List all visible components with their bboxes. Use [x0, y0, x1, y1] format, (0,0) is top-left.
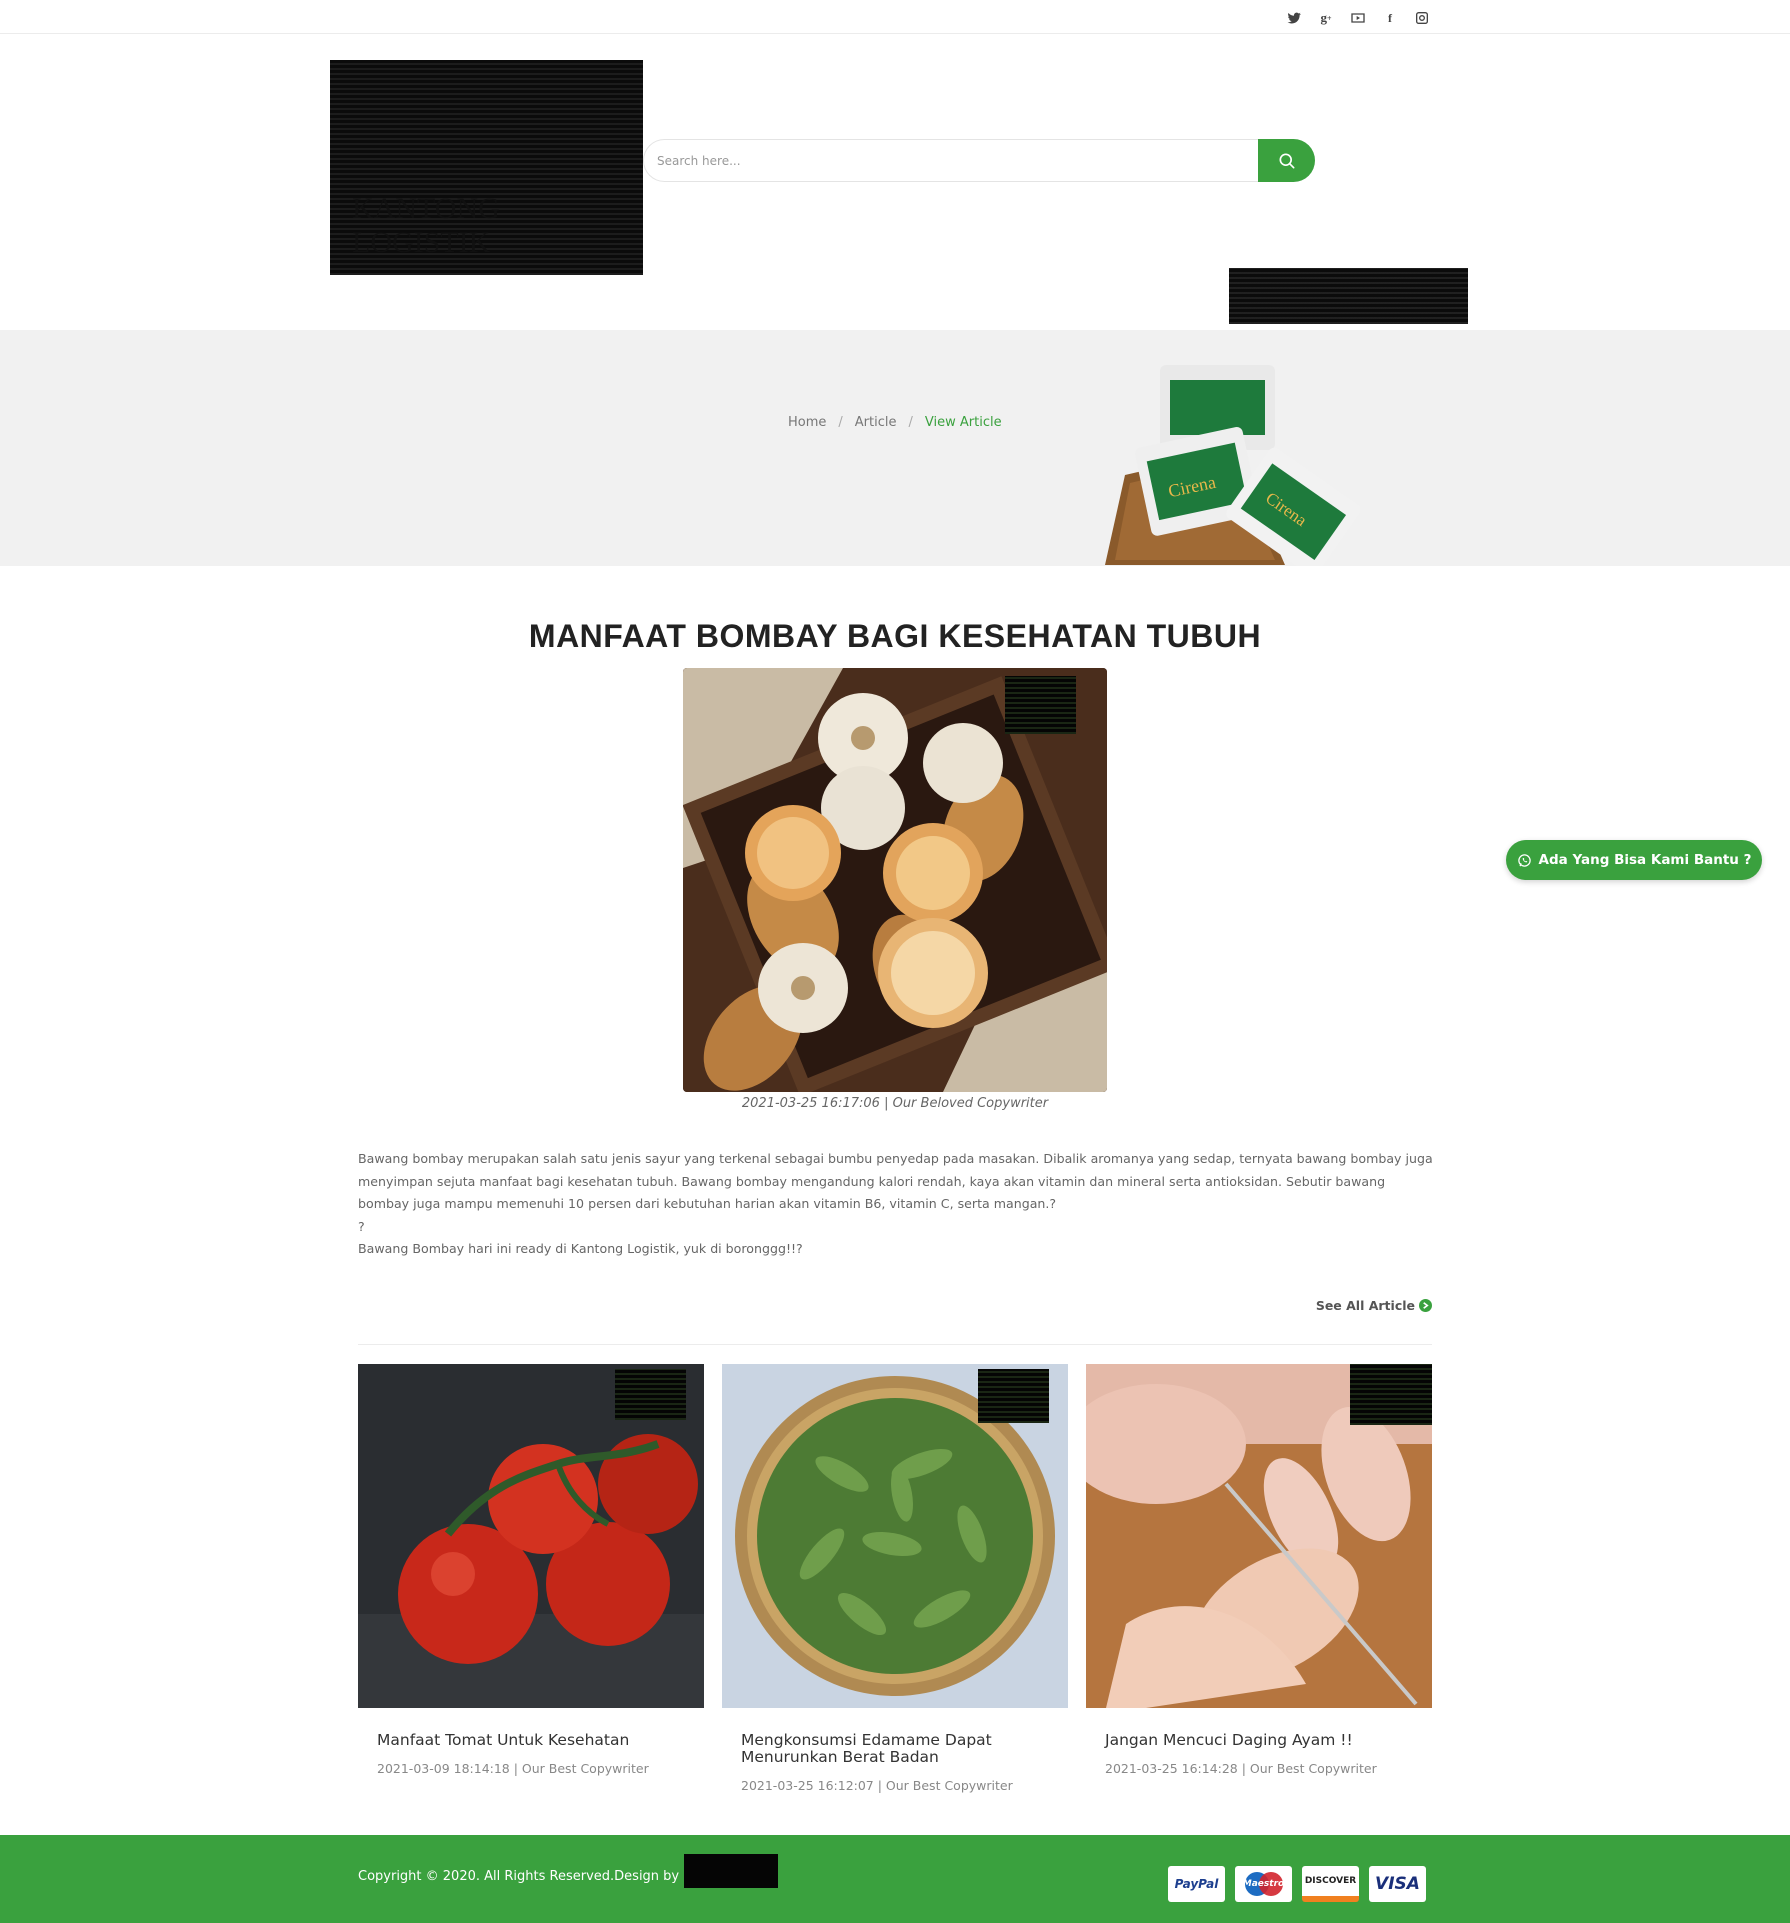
- site-logo[interactable]: KANTONG LOGISTIK: [330, 60, 643, 275]
- whatsapp-icon: [1517, 853, 1531, 867]
- twitter-icon[interactable]: [1285, 10, 1303, 26]
- logo-wordmark: KANTONG LOGISTIK: [352, 192, 500, 259]
- breadcrumb-article[interactable]: Article: [855, 415, 897, 430]
- related-article-card[interactable]: Jangan Mencuci Daging Ayam !! 2021-03-25…: [1086, 1364, 1432, 1776]
- breadcrumb-separator: /: [838, 415, 843, 430]
- header-redacted-block: [1229, 268, 1468, 324]
- discover-logo: DISCOVER: [1302, 1866, 1359, 1902]
- payment-methods: PayPal Maestro DISCOVER VISA: [1168, 1866, 1426, 1902]
- facebook-icon[interactable]: f: [1381, 10, 1399, 26]
- article-paragraph: Bawang bombay merupakan salah satu jenis…: [358, 1151, 1433, 1212]
- breadcrumb-banner: Home / Article / View Article Cirena Cir…: [0, 330, 1790, 566]
- google-plus-icon[interactable]: g +: [1317, 10, 1335, 26]
- related-article-image[interactable]: [358, 1364, 704, 1708]
- whatsapp-label: Ada Yang Bisa Kami Bantu ?: [1538, 852, 1752, 868]
- article-image: [683, 668, 1107, 1092]
- image-watermark: [978, 1369, 1049, 1423]
- related-article-title[interactable]: Mengkonsumsi Edamame Dapat Menurunkan Be…: [741, 1732, 1031, 1766]
- image-watermark: [1005, 676, 1076, 734]
- search-bar: [643, 139, 1315, 182]
- image-watermark: [1350, 1364, 1432, 1425]
- banner-product-image: Cirena Cirena: [1105, 365, 1361, 566]
- visa-logo: VISA: [1369, 1866, 1426, 1902]
- related-article-meta: 2021-03-25 16:14:28 | Our Best Copywrite…: [1105, 1761, 1377, 1776]
- paypal-logo: PayPal: [1168, 1866, 1225, 1902]
- related-article-title[interactable]: Manfaat Tomat Untuk Kesehatan: [377, 1732, 667, 1749]
- whatsapp-help-button[interactable]: Ada Yang Bisa Kami Bantu ?: [1506, 840, 1762, 880]
- maestro-logo: Maestro: [1235, 1866, 1292, 1902]
- related-article-card[interactable]: Mengkonsumsi Edamame Dapat Menurunkan Be…: [722, 1364, 1068, 1793]
- article-paragraph: Bawang Bombay hari ini ready di Kantong …: [358, 1241, 803, 1257]
- related-article-meta: 2021-03-09 18:14:18 | Our Best Copywrite…: [377, 1761, 649, 1776]
- section-divider: [358, 1344, 1432, 1345]
- search-button[interactable]: [1258, 139, 1315, 182]
- designer-logo[interactable]: [684, 1854, 778, 1888]
- footer-copyright: Copyright © 2020. All Rights Reserved.De…: [358, 1869, 680, 1884]
- image-watermark: [615, 1369, 686, 1420]
- breadcrumb-current: View Article: [924, 415, 1002, 430]
- search-icon: [1279, 153, 1294, 168]
- related-article-title[interactable]: Jangan Mencuci Daging Ayam !!: [1105, 1732, 1395, 1749]
- see-all-label: See All Article: [1315, 1298, 1415, 1313]
- article-title: MANFAAT BOMBAY BAGI KESEHATAN TUBUH: [528, 618, 1262, 654]
- breadcrumb: Home / Article / View Article: [788, 415, 1002, 430]
- search-input[interactable]: [643, 139, 1258, 182]
- article-meta: 2021-03-25 16:17:06 | Our Beloved Copywr…: [741, 1096, 1049, 1111]
- related-article-meta: 2021-03-25 16:12:07 | Our Best Copywrite…: [741, 1778, 1013, 1793]
- footer: Copyright © 2020. All Rights Reserved.De…: [0, 1835, 1790, 1923]
- related-article-card[interactable]: Manfaat Tomat Untuk Kesehatan 2021-03-09…: [358, 1364, 704, 1776]
- article-paragraph: ?: [358, 1218, 365, 1234]
- see-all-article-link[interactable]: See All Article: [1300, 1298, 1432, 1313]
- breadcrumb-home[interactable]: Home: [788, 415, 826, 430]
- youtube-icon[interactable]: [1349, 10, 1367, 26]
- related-article-image[interactable]: [1086, 1364, 1432, 1708]
- social-links: g + f: [1285, 10, 1431, 26]
- top-social-bar: g + f: [0, 0, 1790, 34]
- instagram-icon[interactable]: [1413, 10, 1431, 26]
- maestro-label: Maestro: [1242, 1879, 1285, 1889]
- arrow-right-circle-icon: [1419, 1299, 1432, 1312]
- breadcrumb-separator: /: [908, 415, 913, 430]
- related-article-image[interactable]: [722, 1364, 1068, 1708]
- article-body: Bawang bombay merupakan salah satu jenis…: [358, 1148, 1438, 1261]
